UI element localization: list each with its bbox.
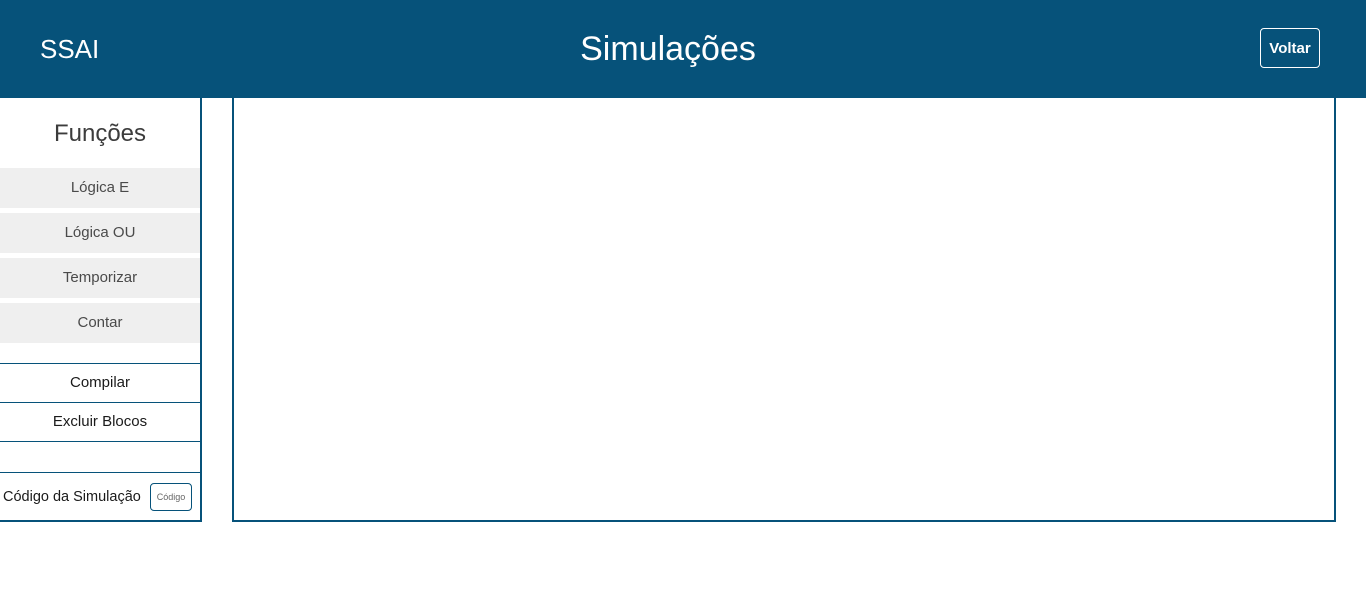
function-logic-and[interactable]: Lógica E <box>0 168 200 208</box>
simulation-code-label: Código da Simulação <box>3 489 141 505</box>
back-button[interactable]: Voltar <box>1260 28 1320 68</box>
compile-button[interactable]: Compilar <box>0 363 200 403</box>
function-counter[interactable]: Contar <box>0 303 200 343</box>
functions-sidebar: Funções Lógica E Lógica OU Temporizar Co… <box>0 98 202 522</box>
page-title: Simulações <box>580 30 756 68</box>
app-header: SSAI Simulações Voltar <box>0 0 1366 98</box>
code-button[interactable]: Código <box>150 483 192 511</box>
delete-blocks-button[interactable]: Excluir Blocos <box>0 402 200 442</box>
simulation-canvas[interactable] <box>232 98 1336 522</box>
simulation-code-row: Código da Simulação Código <box>0 472 200 520</box>
sidebar-title: Funções <box>53 120 147 147</box>
function-timer[interactable]: Temporizar <box>0 258 200 298</box>
function-logic-or[interactable]: Lógica OU <box>0 213 200 253</box>
